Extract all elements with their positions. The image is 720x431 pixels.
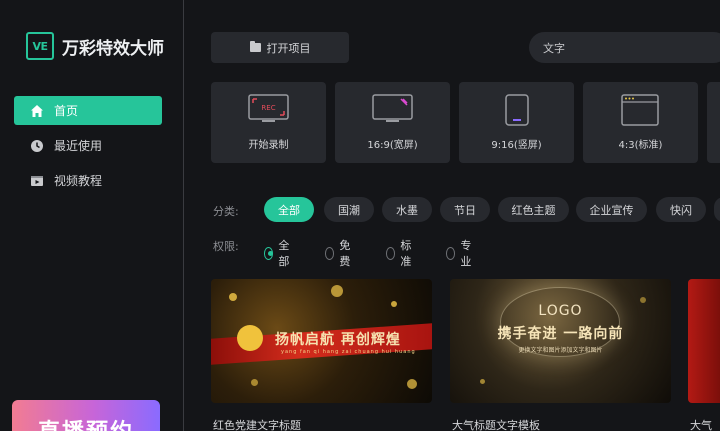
svg-text:REC: REC	[261, 104, 275, 112]
sidebar-item-recent[interactable]: 最近使用	[14, 131, 162, 160]
template-thumbnail-grand-title[interactable]: LOGO 携手奋进 一路向前 更换文字和图片添加文字和图片	[450, 279, 671, 403]
standard-icon	[621, 94, 659, 126]
radio-circle	[264, 246, 274, 260]
card-more[interactable]	[707, 82, 720, 163]
radio-label: 专业	[460, 239, 472, 268]
card-start-recording[interactable]: REC 开始录制	[211, 82, 326, 163]
card-label: 9:16(竖屏)	[491, 140, 542, 151]
radio-standard[interactable]: 标准	[386, 237, 415, 269]
template-subline: 更换文字和图片添加文字和图片	[518, 347, 603, 354]
template-headline: 扬帆启航 再创辉煌	[275, 332, 401, 348]
bokeh-dot	[407, 379, 417, 389]
chip-corporate[interactable]: 企业宣传	[576, 197, 647, 222]
portrait-icon	[505, 94, 529, 126]
radio-circle	[446, 246, 456, 260]
radio-circle	[386, 246, 396, 260]
template-title: 大气标题文字模板	[452, 419, 540, 431]
permission-label: 权限:	[213, 240, 239, 253]
template-title: 红色党建文字标题	[213, 419, 301, 431]
template-subline: yang fan qi hang zai chuang hui huang	[281, 349, 416, 355]
app-name: 万彩特效大师	[62, 38, 164, 59]
chip-festival[interactable]: 节日	[440, 197, 490, 222]
radio-label: 免费	[339, 239, 351, 268]
radio-circle	[325, 246, 335, 260]
bokeh-dot	[480, 379, 485, 384]
open-project-button[interactable]: 打开项目	[211, 32, 349, 63]
sidebar: VE 万彩特效大师 首页 最近使用 视频教程 直播预约	[0, 0, 184, 431]
radio-pro[interactable]: 专业	[446, 237, 475, 269]
promo-text: 直播预约	[38, 414, 134, 431]
template-logo-text: LOGO	[538, 303, 583, 319]
logo-badge: VE	[26, 32, 54, 60]
category-label: 分类:	[213, 205, 239, 218]
sidebar-item-label: 最近使用	[54, 139, 103, 153]
chip-red-theme[interactable]: 红色主题	[498, 197, 569, 222]
chip-flash[interactable]: 快闪	[656, 197, 706, 222]
card-portrait[interactable]: 9:16(竖屏)	[459, 82, 574, 163]
live-promo-banner[interactable]: 直播预约	[12, 400, 160, 431]
card-label: 开始录制	[248, 140, 289, 151]
chip-ink[interactable]: 水墨	[382, 197, 432, 222]
card-label: 4:3(标准)	[618, 140, 663, 151]
radio-label: 全部	[278, 239, 290, 268]
bokeh-dot	[391, 301, 397, 307]
sidebar-item-label: 视频教程	[54, 174, 103, 188]
template-title: 大气	[690, 419, 712, 431]
home-icon	[31, 104, 43, 117]
chip-all[interactable]: 全部	[264, 197, 314, 222]
template-headline: 携手奋进 一路向前	[497, 326, 624, 342]
radio-free[interactable]: 免费	[325, 237, 354, 269]
search-input[interactable]	[543, 41, 713, 54]
card-widescreen[interactable]: 16:9(宽屏)	[335, 82, 450, 163]
app-logo: VE 万彩特效大师	[26, 32, 164, 60]
template-thumbnail-red-party[interactable]: 扬帆启航 再创辉煌 yang fan qi hang zai chuang hu…	[211, 279, 432, 403]
card-label: 16:9(宽屏)	[367, 140, 418, 151]
sidebar-item-label: 首页	[54, 104, 79, 118]
open-project-label: 打开项目	[266, 41, 311, 55]
widescreen-icon	[372, 94, 413, 122]
radio-label: 标准	[400, 239, 412, 268]
chip-more[interactable]	[714, 197, 720, 222]
emblem-icon	[237, 325, 263, 351]
template-thumbnail-partial[interactable]	[688, 279, 720, 403]
folder-icon	[249, 41, 261, 52]
bokeh-dot	[229, 293, 237, 301]
clock-icon	[31, 139, 43, 152]
chip-guochao[interactable]: 国潮	[324, 197, 374, 222]
radio-all[interactable]: 全部	[264, 237, 293, 269]
sidebar-item-tutorials[interactable]: 视频教程	[14, 166, 162, 195]
sidebar-nav: 首页 最近使用 视频教程	[14, 96, 162, 201]
record-screen-icon: REC	[248, 94, 289, 122]
bokeh-dot	[331, 285, 343, 297]
video-icon	[31, 175, 43, 186]
sidebar-item-home[interactable]: 首页	[14, 96, 162, 125]
bokeh-dot	[251, 379, 258, 386]
search-box[interactable]	[529, 32, 720, 63]
card-standard[interactable]: 4:3(标准)	[583, 82, 698, 163]
